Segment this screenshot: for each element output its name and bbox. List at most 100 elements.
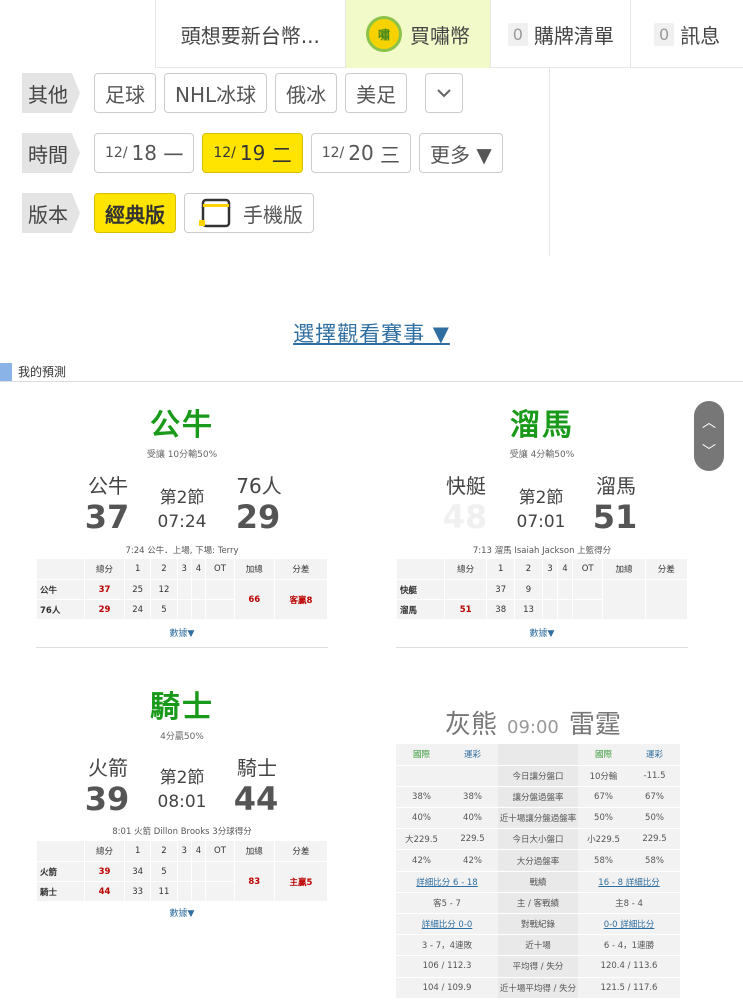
away-score: 37 [84, 498, 130, 536]
cart-tab[interactable]: 0 購牌清單 [491, 0, 632, 68]
table-cell: 13 [514, 599, 543, 620]
box-score-table: 總分 1 2 3 4 OT 加總 分差 火箭 39 34 5 83 主贏5 騎士 44 33 11 [36, 840, 329, 902]
coin-icon: 嘯 [366, 16, 403, 52]
version-label: 版本 [22, 193, 80, 233]
game-card[interactable]: 溜馬 受讓 4分輸50% 快艇 溜馬 48 51 第2節 07:01 7:13 … [396, 400, 689, 650]
table-cell: 4 [556, 558, 574, 580]
table-cell: 5 [150, 599, 178, 620]
expand-sports-button[interactable] [425, 73, 464, 113]
game-card[interactable]: 公牛 受讓 10分輸50% 公牛 76人 37 29 第2節 07:24 7:2… [36, 400, 329, 650]
table-cell: 58% [629, 849, 680, 872]
pt-header: 運彩 [447, 744, 498, 766]
table-cell: 加總 [233, 840, 275, 862]
sport-soccer[interactable]: 足球 [94, 73, 156, 113]
game-card[interactable]: 騎士 4分贏50% 火箭 騎士 39 44 第2節 08:01 8:01 火箭 … [36, 682, 329, 932]
table-cell [205, 861, 235, 882]
table-cell [190, 599, 207, 620]
table-cell [396, 765, 447, 787]
table-cell: 121.5 / 117.6 [578, 977, 680, 999]
table-cell: 加總 [602, 558, 646, 580]
more-data-link[interactable]: 數據▼ [396, 626, 688, 639]
divider [396, 647, 688, 648]
divider [36, 647, 328, 648]
table-cell: 42% [447, 849, 498, 872]
mobile-version-button[interactable]: 手機版 [184, 193, 314, 233]
pt-header [498, 744, 578, 766]
scroll-button[interactable]: ︿ ﹀ [694, 401, 724, 471]
table-cell: 66 [233, 579, 275, 620]
table-cell: 主 / 客戰績 [498, 892, 578, 915]
pred-home-team: 雷霆 [568, 710, 621, 740]
table-cell: 10分輸 [578, 765, 629, 787]
table-cell [190, 861, 207, 882]
date-weekday: 三 [380, 142, 401, 167]
table-cell: 加總 [233, 558, 275, 580]
table-cell: 平均得 / 失分 [498, 955, 578, 978]
table-cell: 火箭 [36, 861, 85, 882]
table-cell: 1 [486, 558, 516, 580]
game-handicap: 受讓 4分輸50% [509, 450, 575, 460]
table-cell: 44 [83, 881, 126, 902]
box-score-table: 總分 1 2 3 4 OT 加總 分差 公牛 37 25 12 66 客贏8 76人 29 24 5 [36, 558, 329, 620]
classic-version-button[interactable]: 經典版 [94, 193, 176, 233]
table-cell: 11 [150, 881, 178, 902]
table-cell: 40% [447, 807, 498, 830]
table-cell: 39 [83, 861, 126, 882]
date-1219[interactable]: 12/19 二 [202, 133, 303, 173]
cart-label: 購牌清單 [533, 23, 614, 48]
game-period: 第2節 [159, 488, 205, 508]
detail-score-link[interactable]: 16 - 8 詳細比分 [578, 871, 680, 893]
table-cell: 58% [578, 849, 629, 872]
detail-score-link[interactable]: 詳細比分 6 - 18 [396, 871, 498, 893]
table-cell: 溜馬 [396, 599, 445, 620]
table-cell: OT [572, 558, 604, 580]
pred-away-team: 灰熊 [445, 710, 498, 740]
sport-nhl[interactable]: NHL冰球 [164, 73, 268, 113]
sport-russian-hockey[interactable]: 俄冰 [275, 73, 338, 113]
tab-currency[interactable]: 頭想要新台幣... [156, 0, 346, 68]
date-1220[interactable]: 12/20 三 [310, 133, 412, 173]
table-cell: 106 / 112.3 [396, 955, 498, 978]
table-cell: 快艇 [396, 579, 445, 600]
table-cell [541, 599, 558, 620]
table-cell [556, 599, 574, 620]
other-sports-row: 其他 足球 NHL冰球 俄冰 美足 [22, 72, 471, 114]
select-games-link[interactable]: 選擇觀看賽事 ▼ [0, 318, 743, 348]
sport-nfl[interactable]: 美足 [345, 73, 408, 113]
version-row: 版本 經典版 手機版 [22, 192, 322, 234]
table-cell [205, 599, 235, 620]
top-nav: 頭想要新台幣... 嘯 買嘯幣 0 購牌清單 0 訊息 [155, 0, 743, 68]
table-cell: 50% [629, 807, 680, 830]
table-cell [190, 881, 207, 902]
chevron-down-icon [437, 89, 451, 98]
more-data-link[interactable]: 數據▼ [36, 906, 328, 919]
date-md: 12/ [213, 145, 236, 161]
table-cell: 37 [486, 579, 516, 600]
table-cell: 讓分盤過盤率 [498, 786, 578, 809]
date-1218[interactable]: 12/18 一 [94, 133, 195, 173]
pt-header: 運彩 [629, 744, 680, 766]
mobile-version-label: 手機版 [243, 202, 303, 227]
play-note: 8:01 火箭 Dillon Brooks 3分球得分 [112, 827, 252, 837]
table-cell: 總分 [443, 558, 488, 580]
date-label: 時間 [22, 133, 80, 173]
home-team: 騎士 [237, 756, 277, 780]
table-cell: 大分過盤率 [498, 849, 578, 872]
more-data-link[interactable]: 數據▼ [36, 626, 328, 639]
buy-coin-tab[interactable]: 嘯 買嘯幣 [345, 0, 492, 68]
game-clock: 07:01 [516, 512, 566, 532]
table-cell: 38% [447, 786, 498, 809]
home-score: 51 [592, 498, 638, 536]
table-cell [556, 579, 574, 600]
more-dates-button[interactable]: 更多 ▼ [419, 133, 503, 173]
game-period: 第2節 [518, 488, 564, 508]
away-team: 快艇 [446, 474, 486, 498]
table-cell: 戰績 [498, 871, 578, 893]
date-weekday: 二 [271, 142, 292, 167]
detail-score-link[interactable]: 詳細比分 0-0 [396, 913, 498, 936]
date-day: 19 [239, 141, 266, 165]
home-score: 44 [233, 780, 279, 818]
message-tab[interactable]: 0 訊息 [631, 0, 743, 68]
table-cell: 42% [396, 849, 447, 872]
detail-score-link[interactable]: 0-0 詳細比分 [578, 913, 680, 936]
